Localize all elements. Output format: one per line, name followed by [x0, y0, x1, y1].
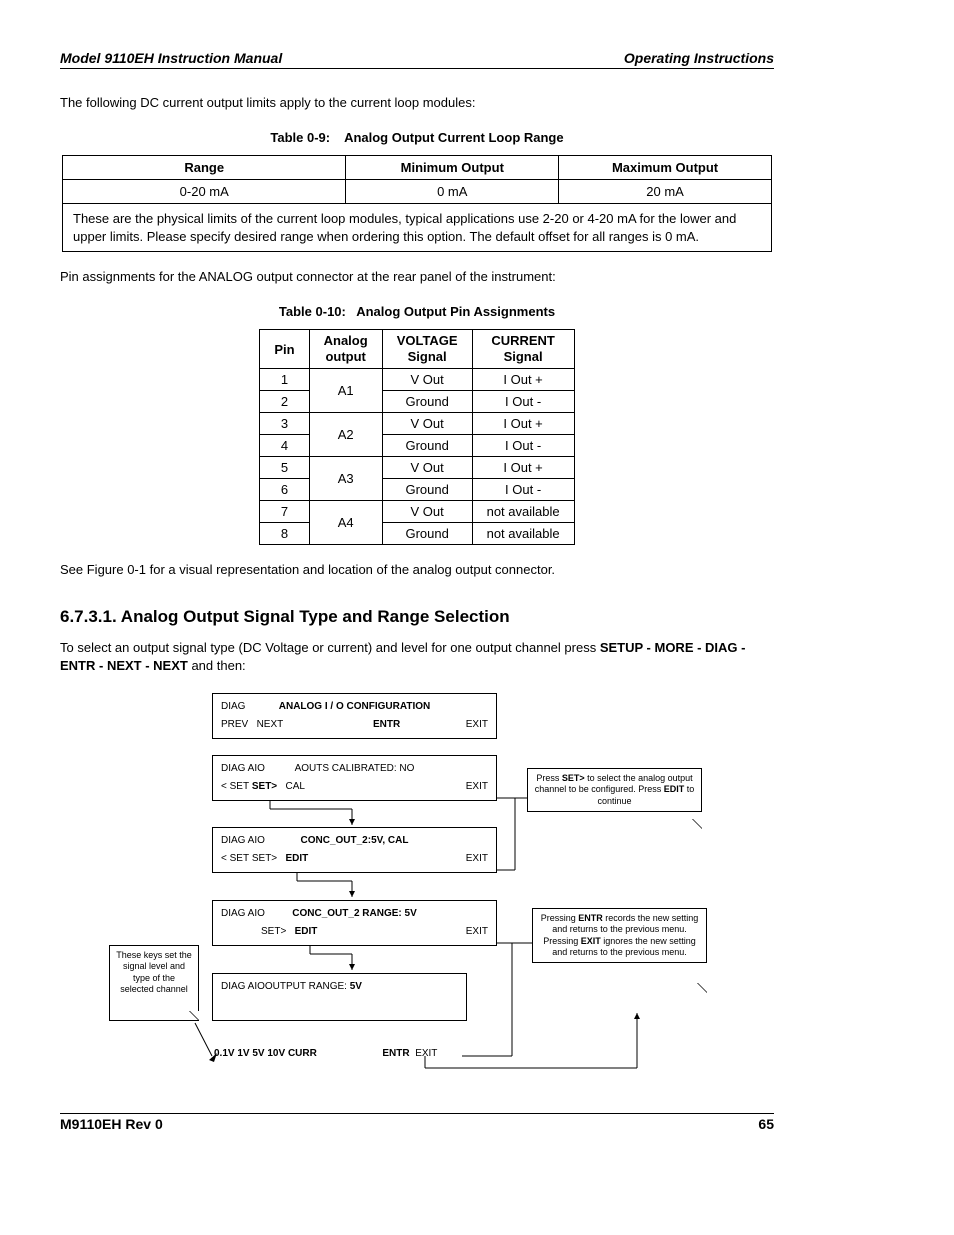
menu-screen-2: DIAG AIO AOUTS CALIBRATED: NO < SET SET>… [212, 755, 497, 801]
table-row: 6GroundI Out - [260, 478, 574, 500]
section-para: To select an output signal type (DC Volt… [60, 639, 774, 675]
intro-1: The following DC current output limits a… [60, 94, 774, 112]
footer-right: 65 [758, 1116, 774, 1132]
page-header: Model 9110EH Instruction Manual Operatin… [60, 50, 774, 69]
callout-left: These keys set the signal level and type… [109, 945, 199, 1021]
fold-icon [189, 1011, 199, 1021]
intro-2: Pin assignments for the ANALOG output co… [60, 268, 774, 286]
header-right: Operating Instructions [624, 50, 774, 66]
connector-lines [117, 693, 717, 1083]
fold-icon [692, 819, 702, 829]
menu-screen-4: DIAG AIO CONC_OUT_2 RANGE: 5V SET> EDIT … [212, 900, 497, 946]
table-row: 0-20 mA 0 mA 20 mA [63, 180, 772, 204]
table-row: 1A1V OutI Out + [260, 368, 574, 390]
table-row: Pin Analogoutput VOLTAGESignal CURRENTSi… [260, 330, 574, 368]
menu-screen-3: DIAG AIO CONC_OUT_2:5V, CAL < SET SET> E… [212, 827, 497, 873]
table-10: Pin Analogoutput VOLTAGESignal CURRENTSi… [259, 329, 574, 544]
callout-right-1: Press SET> to select the analog output c… [527, 768, 702, 812]
footer-left: M9110EH Rev 0 [60, 1116, 163, 1132]
table-9: Range Minimum Output Maximum Output 0-20… [62, 155, 772, 252]
table10-caption: Table 0-10: Analog Output Pin Assignment… [60, 304, 774, 319]
table-row: Range Minimum Output Maximum Output [63, 156, 772, 180]
table9-caption: Table 0-9: Analog Output Current Loop Ra… [60, 130, 774, 145]
table-row: 3A2V OutI Out + [260, 412, 574, 434]
table-row: 8Groundnot available [260, 522, 574, 544]
callout-right-2: Pressing ENTR records the new setting an… [532, 908, 707, 963]
menu-screen-5: DIAG AIOOUTPUT RANGE: 5V [212, 973, 467, 1021]
page-footer: M9110EH Rev 0 65 [60, 1113, 774, 1132]
range-options: 0.1V 1V 5V 10V CURR ENTR EXIT [214, 1048, 437, 1059]
intro-3: See Figure 0-1 for a visual representati… [60, 561, 774, 579]
menu-flow-diagram: DIAG ANALOG I / O CONFIGURATION PREV NEX… [117, 693, 717, 1083]
table-row: 7A4V Outnot available [260, 500, 574, 522]
table-row: 5A3V OutI Out + [260, 456, 574, 478]
menu-screen-1: DIAG ANALOG I / O CONFIGURATION PREV NEX… [212, 693, 497, 739]
fold-icon [697, 983, 707, 993]
table-row: 2GroundI Out - [260, 390, 574, 412]
section-heading: 6.7.3.1. Analog Output Signal Type and R… [60, 607, 774, 627]
header-left: Model 9110EH Instruction Manual [60, 50, 282, 66]
table-row: 4GroundI Out - [260, 434, 574, 456]
table-row: These are the physical limits of the cur… [63, 204, 772, 252]
